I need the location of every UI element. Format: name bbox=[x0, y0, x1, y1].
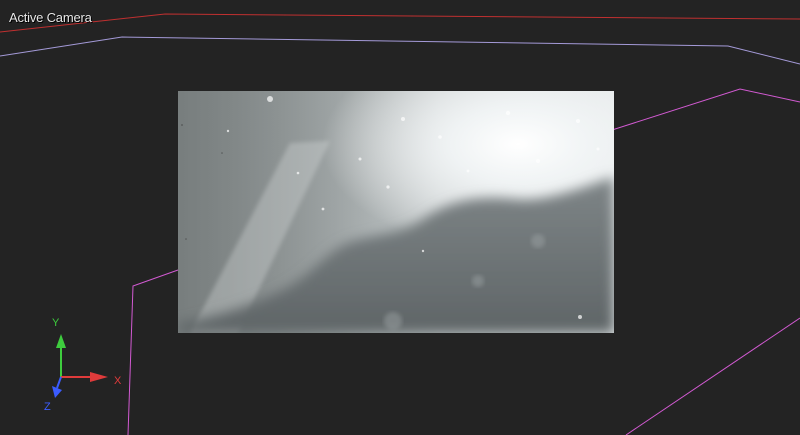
axis-x-label: X bbox=[114, 375, 122, 387]
3d-viewport[interactable]: Active Camera Y X Z bbox=[0, 0, 800, 435]
frustum-top-line bbox=[611, 88, 800, 131]
axis-gizmo-arrows bbox=[52, 334, 108, 398]
lavender-boundary-line bbox=[0, 36, 800, 65]
frustum-bottom-line bbox=[625, 317, 800, 435]
camera-preview bbox=[178, 91, 614, 333]
viewport-title: Active Camera bbox=[9, 10, 92, 25]
axis-z-label: Z bbox=[44, 401, 51, 413]
axis-gizmo: Y X Z bbox=[36, 312, 136, 417]
red-boundary-line bbox=[0, 13, 800, 33]
axis-y-label: Y bbox=[52, 317, 60, 329]
camera-preview-image bbox=[178, 91, 614, 333]
